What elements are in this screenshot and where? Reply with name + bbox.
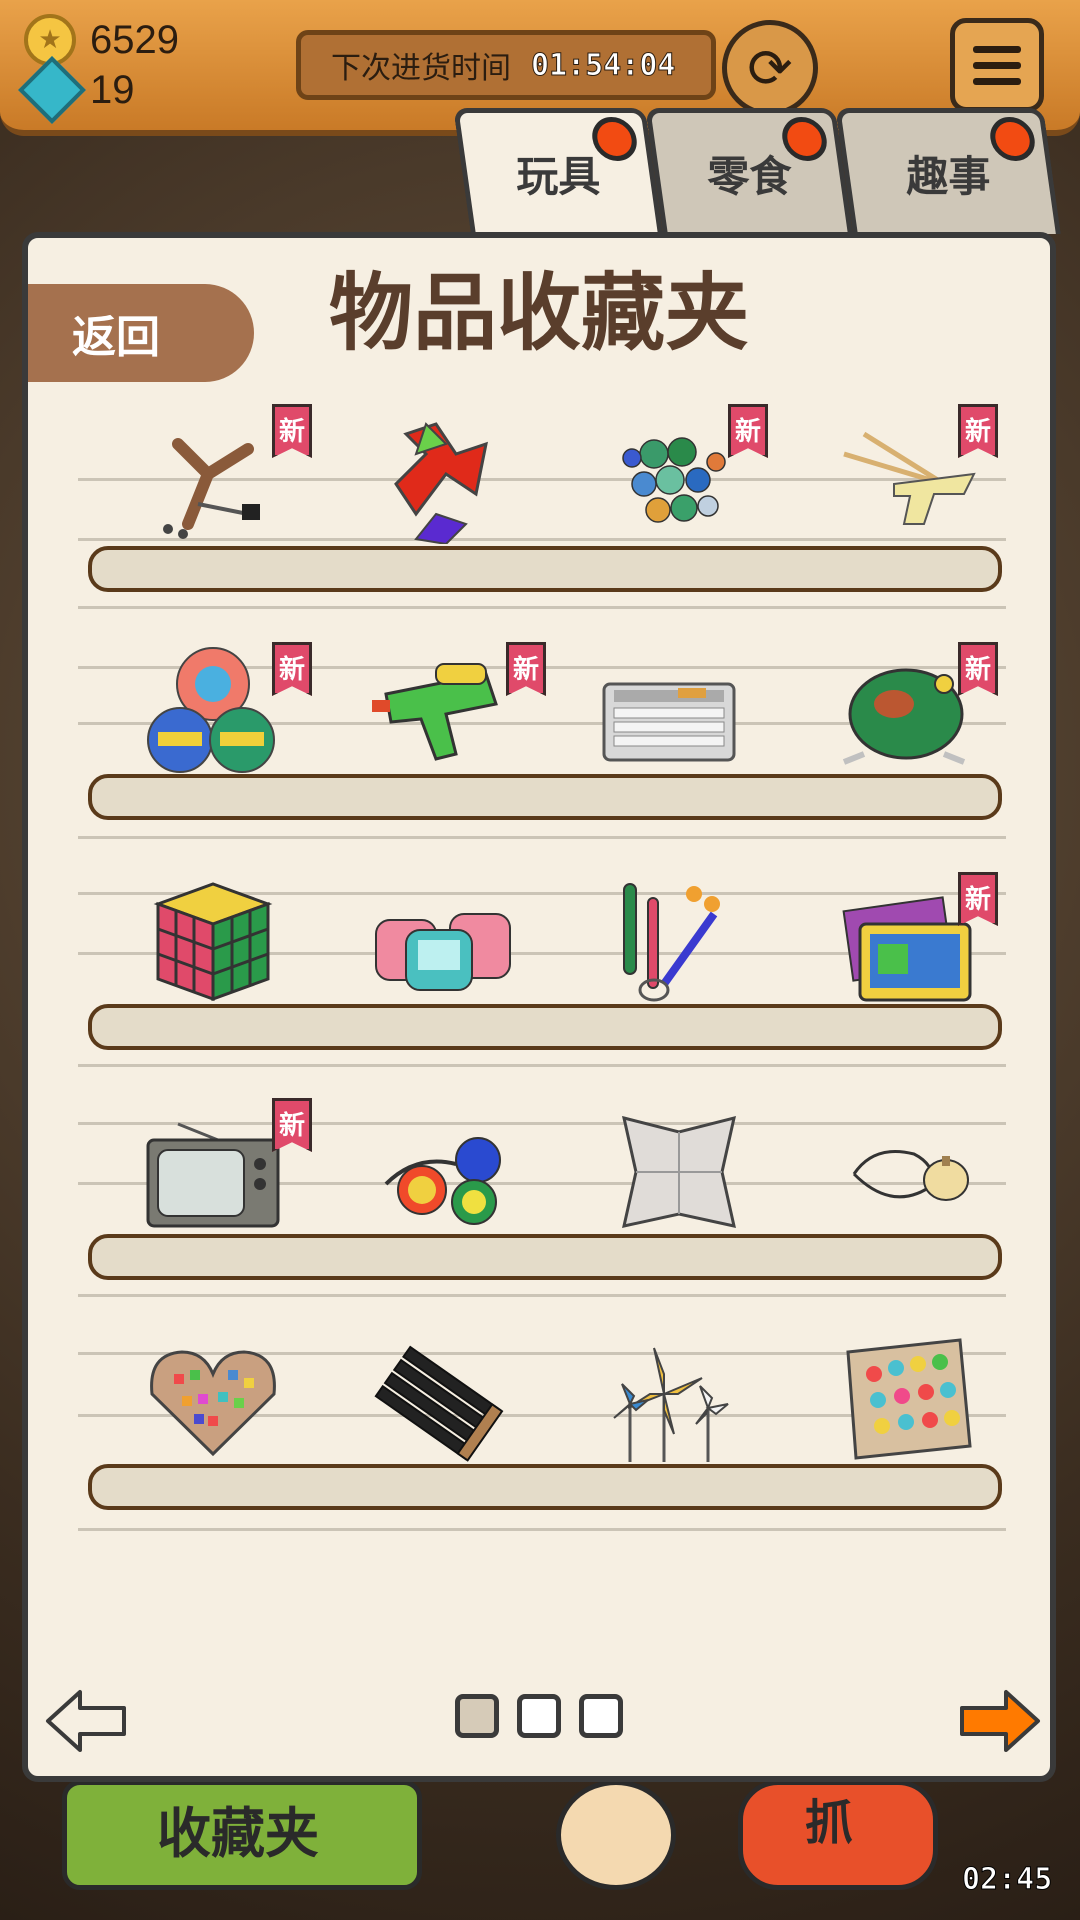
item-slot[interactable] [366,874,536,1014]
slingshot-icon [163,438,260,539]
cap-gun-caps-icon [374,1345,504,1462]
spinning-top-whip-icon [852,1150,969,1201]
new-badge: 新 [272,404,312,458]
item-slot[interactable] [594,874,764,1014]
water-gun-icon [372,663,498,761]
item-slot[interactable]: 新 [138,1098,312,1244]
notebook-line [78,1064,1006,1067]
paper-cranes-heart-box-icon [150,1350,276,1457]
tab-snacks-label: 零食 [707,152,792,201]
collection-panel: 物品收藏夹 返回 新 新 新 新 新 新 新 新 [22,232,1056,1782]
arrow-right-icon [960,1690,1040,1752]
tab-snacks[interactable]: 零食 [645,108,853,234]
tab-fun-stories[interactable]: 趣事 [835,108,1061,234]
item-slot[interactable] [604,1334,774,1474]
item-slot[interactable] [834,1334,1004,1474]
learning-computer-keyboard-icon [602,682,736,762]
notebook-line [78,1294,1006,1297]
item-slot[interactable]: 新 [834,872,1004,1014]
grab-button-label: 抓 [805,1795,854,1851]
gem-counter: 19 [18,56,135,124]
item-slot[interactable] [366,1104,536,1244]
rubiks-cube-icon [153,882,273,1002]
pagination-indicator [28,1694,1050,1738]
item-slot[interactable] [366,414,536,554]
item-slot[interactable]: 新 [366,642,546,784]
trophy-button[interactable] [556,1780,676,1890]
notebook-line [78,1528,1006,1531]
item-slot[interactable] [366,1334,536,1474]
page-dot[interactable] [579,1694,623,1738]
grab-button[interactable]: 抓 [738,1780,938,1890]
tab-fun-stories-label: 趣事 [906,152,991,201]
refresh-button[interactable]: ⟳ [722,20,818,116]
item-slot[interactable] [604,1104,774,1244]
new-badge: 新 [272,642,312,696]
menu-button[interactable] [950,18,1044,112]
back-button[interactable]: 返回 [28,284,254,382]
page-dot[interactable] [517,1694,561,1738]
bottom-clock: 02:45 [961,1862,1053,1898]
collection-button-label: 收藏夹 [157,1802,319,1865]
item-slot[interactable] [594,644,764,784]
water-ring-games-icon [375,913,511,991]
item-slot[interactable]: 新 [138,642,312,784]
new-badge: 新 [506,642,546,696]
gem-icon [18,56,86,124]
pinwheels-icon [613,1347,729,1462]
tab-fun-stories-notification-dot [987,117,1038,161]
next-page-button[interactable] [956,1688,1042,1758]
plastic-pegs-box-icon [846,1338,972,1460]
tab-toys[interactable]: 玩具 [453,108,663,234]
clacker-balls-icon [384,1137,501,1225]
menu-icon [973,45,1021,53]
item-slot[interactable] [138,1334,308,1474]
restock-label: 下次进货时间 [331,51,511,86]
collection-button[interactable]: 收藏夹 [62,1780,422,1890]
item-slot[interactable] [138,874,308,1014]
item-slot[interactable]: 新 [834,642,1004,784]
item-slot[interactable]: 新 [138,404,312,554]
notebook-line [78,836,1006,839]
coin-value: 6529 [90,17,179,62]
refresh-icon: ⟳ [747,36,793,100]
page-dot[interactable] [455,1694,499,1738]
back-button-label: 返回 [72,312,160,363]
sticky-hands-icon [394,422,488,544]
pog-discs-icon [147,647,275,773]
notebook-line [78,606,1006,609]
paper-fortune-teller-icon [622,1115,736,1228]
restock-time: 01:54:04 [531,47,676,83]
keychain-toys-icon [623,883,720,1002]
new-badge: 新 [272,1098,312,1152]
old-television-icon [146,1122,280,1228]
item-slot[interactable]: 新 [834,404,1004,554]
gem-value: 19 [90,67,135,112]
tab-toys-label: 玩具 [516,152,601,201]
restock-timer: 下次进货时间 01:54:04 [296,30,716,100]
coin-counter: ★ 6529 [24,14,179,66]
item-slot[interactable]: 新 [604,404,774,554]
item-slot[interactable] [834,1104,1004,1244]
